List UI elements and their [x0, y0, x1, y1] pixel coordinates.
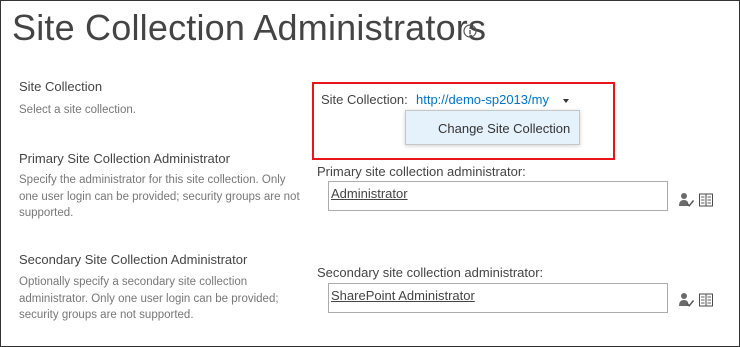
primary-admin-resolved-user[interactable]: Administrator	[331, 186, 408, 201]
secondary-admin-people-picker[interactable]: SharePoint Administrator	[328, 283, 668, 313]
site-collection-label: Site Collection:	[321, 92, 408, 107]
page-title: Site Collection Administrators	[12, 7, 487, 48]
address-book-icon[interactable]	[698, 192, 714, 208]
secondary-admin-section-description: Optionally specify a secondary site coll…	[19, 276, 279, 321]
secondary-admin-section-title: Secondary Site Collection Administrator	[19, 252, 248, 267]
primary-admin-section-description: Specify the administrator for this site …	[19, 174, 300, 219]
secondary-admin-field-label: Secondary site collection administrator:	[317, 265, 544, 280]
primary-admin-section-title: Primary Site Collection Administrator	[19, 151, 230, 166]
check-names-icon[interactable]	[678, 192, 694, 208]
address-book-icon[interactable]	[698, 292, 714, 308]
primary-admin-field-label: Primary site collection administrator:	[317, 164, 526, 179]
check-names-icon[interactable]	[678, 292, 694, 308]
info-icon[interactable]	[463, 24, 477, 38]
caret-down-icon[interactable]	[563, 99, 569, 103]
site-collection-section-title: Site Collection	[19, 79, 103, 94]
site-collection-menu: Change Site Collection	[405, 110, 580, 145]
site-collection-section-description: Select a site collection.	[19, 104, 136, 116]
page-frame: Site Collection Administrators Site Coll…	[0, 0, 740, 347]
secondary-admin-resolved-user[interactable]: SharePoint Administrator	[331, 288, 475, 303]
change-site-collection-menu-item[interactable]: Change Site Collection	[438, 121, 570, 136]
site-collection-selector[interactable]: http://demo-sp2013/my	[416, 92, 549, 107]
primary-admin-people-picker[interactable]: Administrator	[328, 181, 668, 211]
